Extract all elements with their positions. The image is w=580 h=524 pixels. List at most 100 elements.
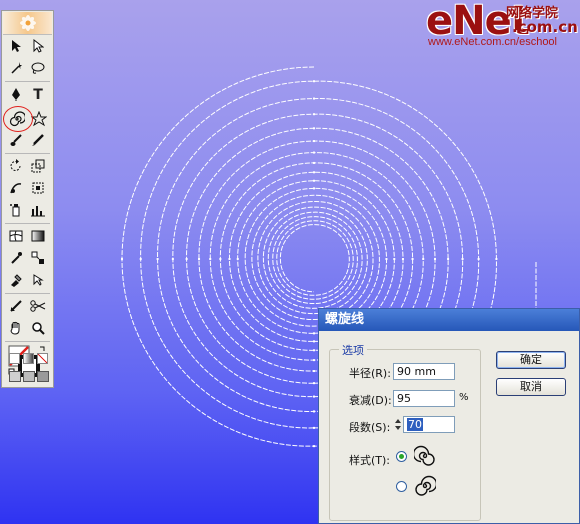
tool-separator	[5, 341, 50, 342]
logo-domain: .com.cn	[512, 18, 578, 36]
anchor-point	[313, 426, 315, 429]
anchor-point	[313, 382, 315, 385]
anchor-point	[401, 258, 404, 260]
segments-input[interactable]: 70	[403, 416, 455, 433]
anchor-point	[198, 258, 201, 260]
gradient-button[interactable]	[23, 353, 34, 364]
segments-value: 70	[407, 418, 423, 431]
warp-icon[interactable]	[6, 179, 26, 199]
anchor-point	[313, 127, 315, 130]
spiral-cw-icon	[414, 475, 438, 501]
tools-panel-header[interactable]	[3, 12, 52, 35]
style-radio-clockwise[interactable]	[396, 481, 407, 492]
anchor-point	[313, 349, 315, 352]
hollow-arrow-icon[interactable]	[28, 37, 48, 57]
anchor-point	[236, 258, 239, 260]
anchor-point	[313, 370, 315, 373]
flower-logo-icon	[20, 15, 36, 31]
segments-label: 段数(S):	[349, 421, 391, 434]
zoom-icon[interactable]	[28, 319, 48, 339]
logo-url: www.eNet.com.cn/eschool	[428, 36, 557, 48]
lasso-icon[interactable]	[28, 59, 48, 79]
anchor-point	[313, 151, 315, 154]
anchor-point	[385, 258, 388, 260]
gradient-icon[interactable]	[28, 227, 48, 247]
scale-icon[interactable]	[28, 157, 48, 177]
hand-icon[interactable]	[6, 319, 26, 339]
spiral-ccw-icon	[412, 445, 436, 471]
anchor-point	[313, 332, 315, 335]
eyedropper-icon[interactable]	[6, 249, 26, 269]
normal-screen-mode-button[interactable]	[9, 371, 21, 382]
options-group-label: 选项	[339, 342, 367, 358]
anchor-point	[393, 258, 396, 260]
anchor-point	[228, 258, 231, 260]
anchor-point	[313, 340, 315, 343]
anchor-point	[313, 80, 315, 83]
blend-icon[interactable]	[28, 249, 48, 269]
anchor-point	[313, 161, 315, 164]
decay-label: 衰减(D):	[349, 394, 392, 407]
color-button[interactable]	[9, 353, 20, 364]
scissors-icon[interactable]	[28, 297, 48, 317]
spiral-dialog: 螺旋线 选项 半径(R): 90 mm 衰减(D): 95 % 段数(S): 7…	[318, 308, 580, 524]
anchor-point	[313, 171, 315, 174]
anchor-point	[219, 258, 222, 260]
anchor-point	[171, 258, 174, 260]
tool-separator	[5, 81, 50, 82]
anchor-point	[422, 258, 425, 260]
anchor-point	[313, 410, 315, 413]
rotate-icon[interactable]	[6, 157, 26, 177]
anchor-point	[313, 395, 315, 398]
decay-unit: %	[459, 392, 469, 403]
anchor-point	[313, 187, 315, 190]
ok-button[interactable]: 确定	[496, 351, 566, 369]
anchor-point	[209, 258, 212, 260]
magic-wand-icon[interactable]	[6, 59, 26, 79]
cancel-button[interactable]: 取消	[496, 378, 566, 396]
anchor-point	[185, 258, 188, 260]
mesh-icon[interactable]	[6, 227, 26, 247]
anchor-point	[434, 258, 437, 260]
enet-logo: eNet 网络学院 .com.cn www.eNet.com.cn/eschoo…	[418, 0, 578, 48]
pencil-icon[interactable]	[28, 131, 48, 151]
tools-panel: T	[1, 10, 54, 388]
tool-separator	[5, 223, 50, 224]
full-screen-menu-mode-button[interactable]	[23, 371, 35, 382]
radius-label: 半径(R):	[349, 367, 391, 380]
graph-icon[interactable]	[28, 201, 48, 221]
free-transform-icon[interactable]	[28, 179, 48, 199]
full-screen-mode-button[interactable]	[37, 371, 49, 382]
arrow-icon[interactable]	[6, 37, 26, 57]
anchor-point	[313, 97, 315, 100]
type-icon[interactable]: T	[28, 85, 48, 105]
segments-stepper[interactable]	[393, 416, 403, 433]
anchor-point	[477, 258, 480, 260]
symbol-sprayer-icon[interactable]	[6, 201, 26, 221]
anchor-point	[447, 258, 450, 260]
anchor-point	[313, 359, 315, 362]
none-button[interactable]	[37, 353, 48, 364]
tool-separator	[5, 153, 50, 154]
brush-icon[interactable]	[6, 131, 26, 151]
anchor-point	[313, 113, 315, 116]
anchor-point	[461, 258, 464, 260]
anchor-point	[411, 258, 414, 260]
anchor-point	[156, 258, 159, 260]
anchor-point	[495, 258, 498, 260]
anchor-point	[313, 179, 315, 182]
pen-icon[interactable]	[6, 85, 26, 105]
anchor-point	[121, 258, 123, 260]
decay-input[interactable]: 95	[393, 390, 455, 407]
live-paint-select-icon[interactable]	[28, 271, 48, 291]
style-radio-counterclockwise[interactable]	[396, 451, 407, 462]
anchor-point	[139, 258, 142, 260]
anchor-point	[313, 445, 315, 448]
radius-input[interactable]: 90 mm	[393, 363, 455, 380]
slice-icon[interactable]	[6, 297, 26, 317]
highlight-circle	[3, 106, 33, 132]
style-label: 样式(T):	[349, 454, 391, 467]
dialog-title[interactable]: 螺旋线	[319, 309, 579, 331]
anchor-point	[313, 140, 315, 143]
live-paint-icon[interactable]	[6, 271, 26, 291]
